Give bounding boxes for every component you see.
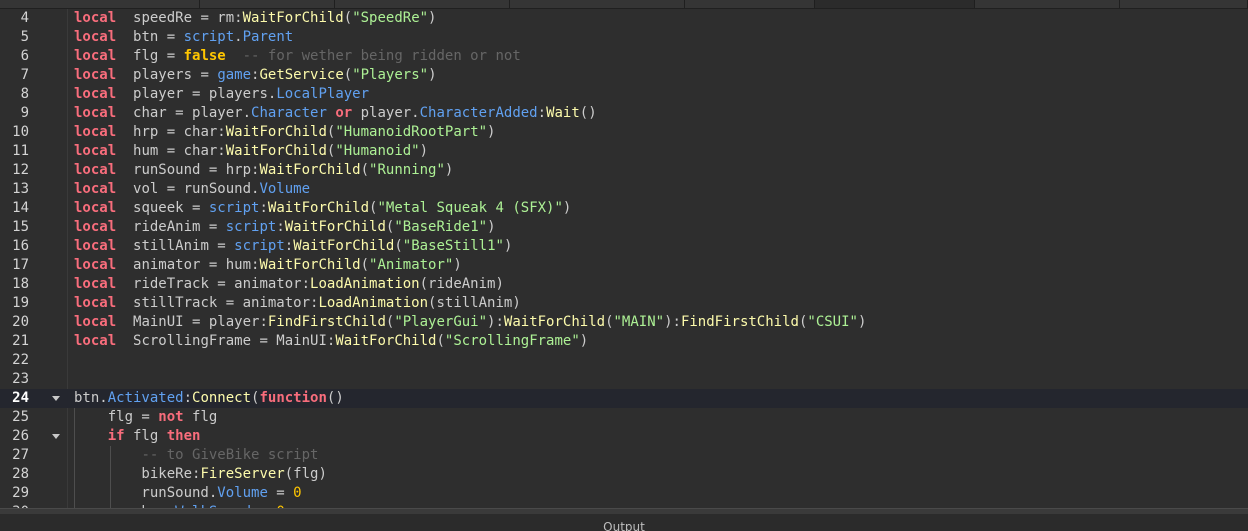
line-number: 24 xyxy=(12,390,29,406)
code-text[interactable]: local ScrollingFrame = MainUI:WaitForChi… xyxy=(74,332,588,351)
script-tab-active[interactable] xyxy=(815,0,975,8)
code-text[interactable]: local stillAnim = script:WaitForChild("B… xyxy=(74,237,512,256)
code-line[interactable]: 21 local ScrollingFrame = MainUI:WaitForC… xyxy=(0,332,1248,351)
code-text[interactable]: local speedRe = rm:WaitForChild("SpeedRe… xyxy=(74,9,436,28)
line-number: 6 xyxy=(20,48,29,64)
code-line[interactable]: 6 local flg = false -- for wether being r… xyxy=(0,47,1248,66)
line-number: 27 xyxy=(12,447,29,463)
script-tab[interactable] xyxy=(335,0,510,8)
code-text[interactable]: local animator = hum:WaitForChild("Anima… xyxy=(74,256,462,275)
code-line[interactable]: 17 local animator = hum:WaitForChild("Ani… xyxy=(0,256,1248,275)
code-line[interactable]: 20 local MainUI = player:FindFirstChild("… xyxy=(0,313,1248,332)
line-number: 29 xyxy=(12,485,29,501)
code-line[interactable]: 19 local stillTrack = animator:LoadAnimat… xyxy=(0,294,1248,313)
line-number: 19 xyxy=(12,295,29,311)
code-text[interactable]: local rideTrack = animator:LoadAnimation… xyxy=(74,275,504,294)
code-text[interactable]: if flg then xyxy=(74,427,201,446)
script-tab[interactable] xyxy=(975,0,1120,8)
fold-toggle-icon[interactable] xyxy=(52,434,60,439)
code-editor[interactable]: 4 local speedRe = rm:WaitForChild("SpeedR… xyxy=(0,9,1248,508)
code-line[interactable]: 4 local speedRe = rm:WaitForChild("SpeedR… xyxy=(0,9,1248,28)
code-line[interactable]: 8 local player = players.LocalPlayer xyxy=(0,85,1248,104)
code-line[interactable]: 14 local squeek = script:WaitForChild("Me… xyxy=(0,199,1248,218)
script-tab[interactable] xyxy=(510,0,685,8)
code-line[interactable]: 7 local players = game:GetService("Player… xyxy=(0,66,1248,85)
code-text[interactable]: btn.Activated:Connect(function() xyxy=(74,389,344,408)
code-text[interactable]: bikeRe:FireServer(flg) xyxy=(74,465,326,484)
line-number: 18 xyxy=(12,276,29,292)
code-line[interactable]: 11 local hum = char:WaitForChild("Humanoi… xyxy=(0,142,1248,161)
script-tab[interactable] xyxy=(685,0,815,8)
code-line[interactable]: 16 local stillAnim = script:WaitForChild(… xyxy=(0,237,1248,256)
line-number: 21 xyxy=(12,333,29,349)
code-text[interactable]: local btn = script.Parent xyxy=(74,28,293,47)
script-tab-bar xyxy=(0,0,1248,9)
code-text[interactable]: local players = game:GetService("Players… xyxy=(74,66,437,85)
line-number: 17 xyxy=(12,257,29,273)
code-line[interactable]: 10 local hrp = char:WaitForChild("Humanoi… xyxy=(0,123,1248,142)
code-text[interactable]: local MainUI = player:FindFirstChild("Pl… xyxy=(74,313,866,332)
code-text[interactable]: local player = players.LocalPlayer xyxy=(74,85,369,104)
script-tab[interactable] xyxy=(200,0,335,8)
code-line[interactable]: 28 bikeRe:FireServer(flg) xyxy=(0,465,1248,484)
code-line[interactable]: 29 runSound.Volume = 0 xyxy=(0,484,1248,503)
script-tab[interactable] xyxy=(1120,0,1248,8)
line-number: 13 xyxy=(12,181,29,197)
code-line[interactable]: 9 local char = player.Character or player… xyxy=(0,104,1248,123)
output-panel-title: Output xyxy=(603,520,645,531)
code-line[interactable]: 22 xyxy=(0,351,1248,370)
code-text[interactable]: local stillTrack = animator:LoadAnimatio… xyxy=(74,294,521,313)
code-text[interactable]: runSound.Volume = 0 xyxy=(74,484,301,503)
line-number: 15 xyxy=(12,219,29,235)
line-number: 25 xyxy=(12,409,29,425)
line-number: 4 xyxy=(20,10,29,26)
code-text[interactable]: local runSound = hrp:WaitForChild("Runni… xyxy=(74,161,453,180)
code-text[interactable]: local char = player.Character or player.… xyxy=(74,104,597,123)
line-number: 28 xyxy=(12,466,29,482)
code-text[interactable]: local flg = false -- for wether being ri… xyxy=(74,47,521,66)
code-line[interactable]: 25 flg = not flg xyxy=(0,408,1248,427)
code-line[interactable]: 5 local btn = script.Parent xyxy=(0,28,1248,47)
code-line[interactable]: 24 btn.Activated:Connect(function() xyxy=(0,389,1248,408)
code-line[interactable]: 23 xyxy=(0,370,1248,389)
fold-toggle-icon[interactable] xyxy=(52,396,60,401)
code-text[interactable]: local rideAnim = script:WaitForChild("Ba… xyxy=(74,218,496,237)
indent-guide xyxy=(110,446,111,508)
code-line[interactable]: 18 local rideTrack = animator:LoadAnimati… xyxy=(0,275,1248,294)
line-number: 23 xyxy=(12,371,29,387)
line-number: 26 xyxy=(12,428,29,444)
code-text[interactable]: flg = not flg xyxy=(74,408,218,427)
code-text[interactable]: local hum = char:WaitForChild("Humanoid"… xyxy=(74,142,428,161)
line-number: 8 xyxy=(20,86,29,102)
indent-guide xyxy=(74,408,75,508)
line-number: 14 xyxy=(12,200,29,216)
line-number: 12 xyxy=(12,162,29,178)
line-number: 10 xyxy=(12,124,29,140)
code-text[interactable]: local hrp = char:WaitForChild("HumanoidR… xyxy=(74,123,495,142)
code-line[interactable]: 26 if flg then xyxy=(0,427,1248,446)
script-tab[interactable] xyxy=(0,0,200,8)
code-line[interactable]: 12 local runSound = hrp:WaitForChild("Run… xyxy=(0,161,1248,180)
code-line[interactable]: 13 local vol = runSound.Volume xyxy=(0,180,1248,199)
code-line[interactable]: 27 -- to GiveBike script xyxy=(0,446,1248,465)
line-number: 11 xyxy=(12,143,29,159)
line-number: 22 xyxy=(12,352,29,368)
code-line[interactable]: 15 local rideAnim = script:WaitForChild("… xyxy=(0,218,1248,237)
line-number: 16 xyxy=(12,238,29,254)
line-number: 7 xyxy=(20,67,29,83)
line-number: 5 xyxy=(20,29,29,45)
line-number: 20 xyxy=(12,314,29,330)
output-panel-header[interactable]: Output xyxy=(0,514,1248,531)
code-text[interactable]: local squeek = script:WaitForChild("Meta… xyxy=(74,199,571,218)
line-number: 9 xyxy=(20,105,29,121)
code-text[interactable]: local vol = runSound.Volume xyxy=(74,180,310,199)
